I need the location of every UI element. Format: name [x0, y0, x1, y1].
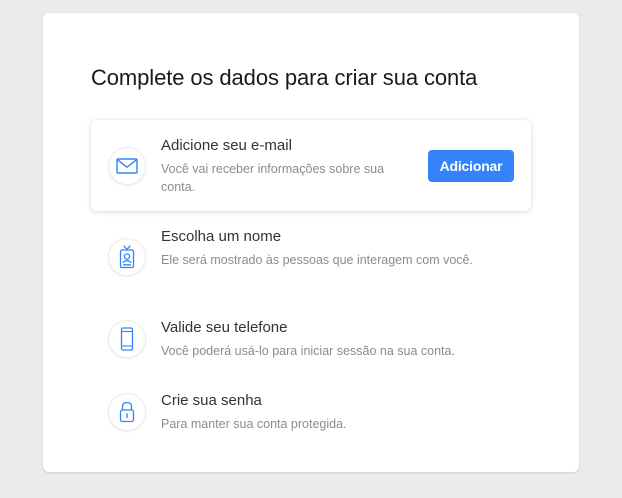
step-email-title: Adicione seu e-mail [161, 137, 292, 154]
id-badge-icon [108, 238, 146, 276]
step-email[interactable]: Adicione seu e-mail Você vai receber inf… [91, 120, 531, 211]
step-email-description: Você vai receber informações sobre sua c… [161, 162, 385, 194]
step-password-title: Crie sua senha [161, 392, 262, 409]
add-email-button[interactable]: Adicionar [428, 150, 514, 182]
step-phone-description: Você poderá usá-lo para iniciar sessão n… [161, 344, 455, 358]
step-name[interactable]: Escolha um nome Ele será mostrado às pes… [91, 211, 531, 302]
page-title: Complete os dados para criar sua conta [91, 65, 478, 90]
smartphone-icon [108, 320, 146, 358]
envelope-icon [108, 147, 146, 185]
step-name-description: Ele será mostrado às pessoas que interag… [161, 253, 473, 267]
step-phone-title: Valide seu telefone [161, 319, 288, 336]
step-phone[interactable]: Valide seu telefone Você poderá usá-lo p… [91, 302, 531, 375]
step-password[interactable]: Crie sua senha Para manter sua conta pro… [91, 375, 531, 448]
step-password-description: Para manter sua conta protegida. [161, 417, 347, 431]
padlock-icon [108, 393, 146, 431]
step-name-title: Escolha um nome [161, 228, 282, 245]
signup-card: Complete os dados para criar sua conta A… [43, 13, 579, 472]
